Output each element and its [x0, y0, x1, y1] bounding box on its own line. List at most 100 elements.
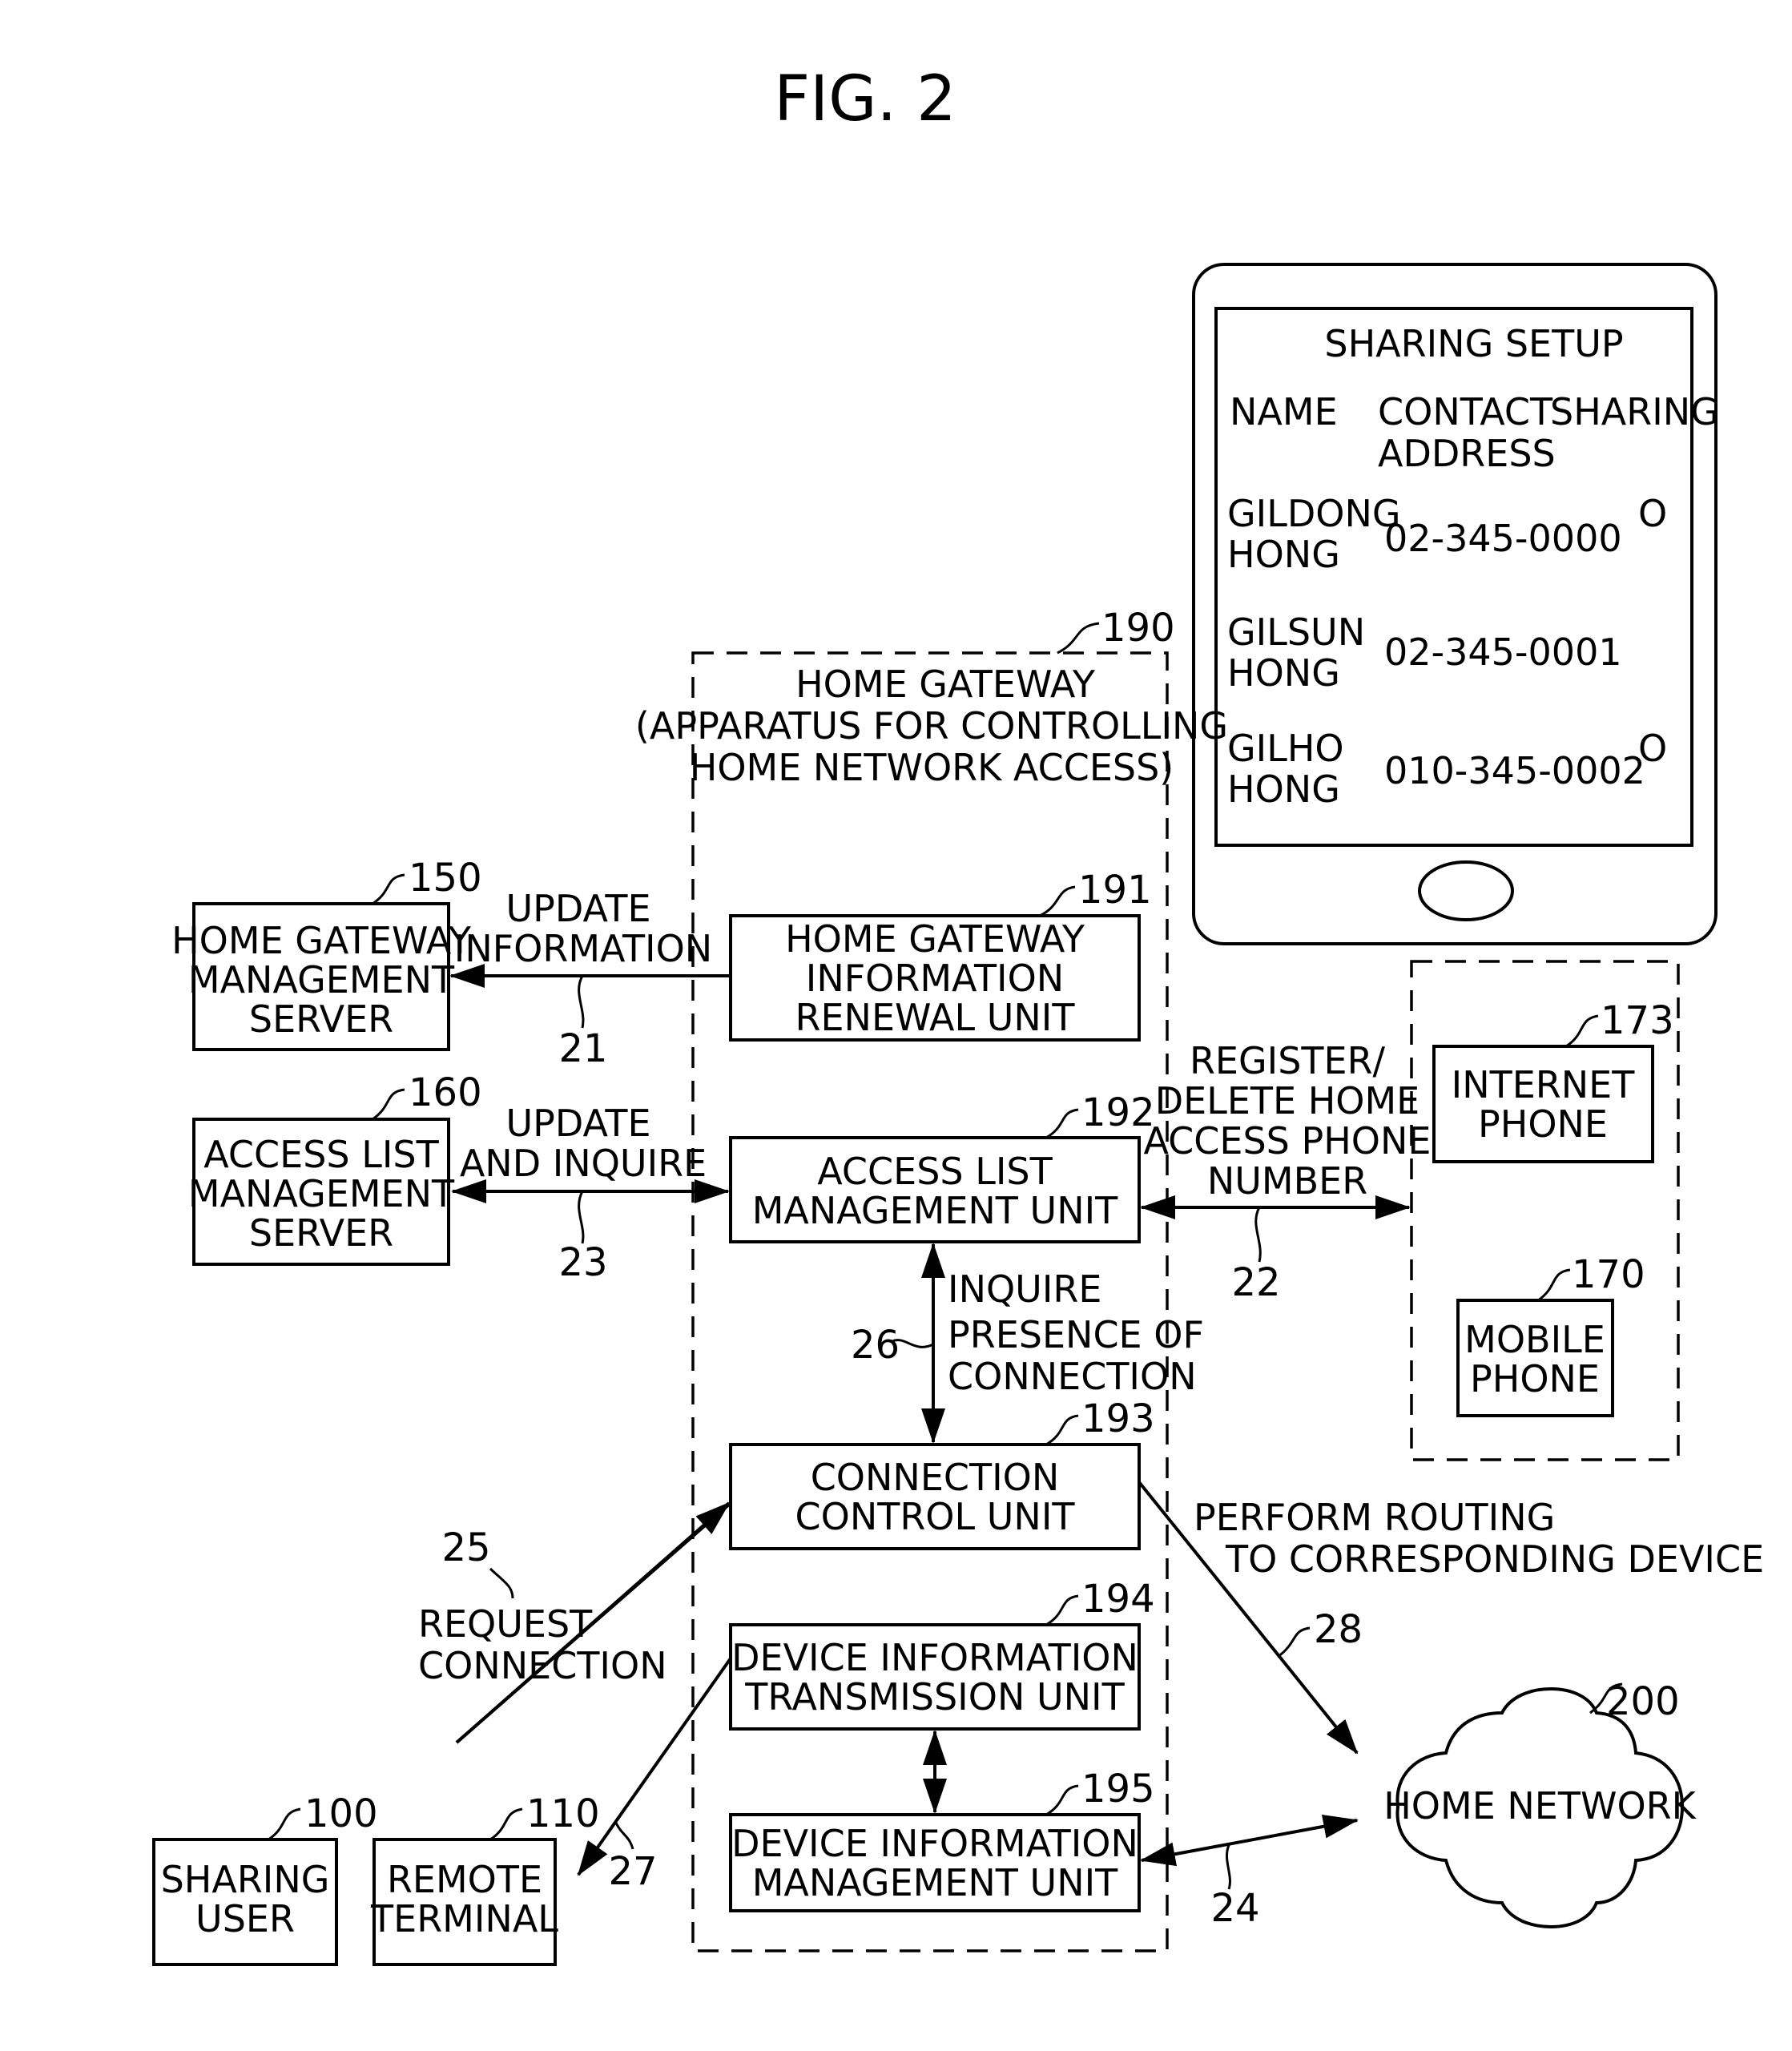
- device-label: INTERNET: [1452, 1063, 1636, 1106]
- ref-191: 191: [1078, 868, 1152, 913]
- ref-leader-190: [1057, 622, 1100, 655]
- flow-26-label: CONNECTION: [948, 1355, 1197, 1398]
- ref-26: 26: [851, 1323, 900, 1368]
- ref-leader-191: [1039, 885, 1076, 917]
- ref-173: 173: [1601, 998, 1674, 1043]
- ref-21: 21: [558, 1026, 607, 1071]
- home-network-cloud[interactable]: HOME NETWORK: [1383, 1686, 1697, 1929]
- home-gateway-title: HOME NETWORK ACCESS): [690, 746, 1174, 789]
- unit-label: DEVICE INFORMATION: [731, 1822, 1138, 1865]
- ref-24: 24: [1210, 1886, 1259, 1931]
- unit-193-connection-control[interactable]: CONNECTION CONTROL UNIT: [729, 1443, 1141, 1550]
- row-name: GILSUN: [1227, 610, 1365, 654]
- server-label: MANAGEMENT: [188, 958, 455, 1001]
- flow-26-label: PRESENCE OF: [948, 1313, 1204, 1356]
- device-label: PHONE: [1470, 1357, 1600, 1400]
- flow-21-label: INFORMATION: [454, 927, 712, 970]
- flow-28-label: PERFORM ROUTING: [1194, 1496, 1555, 1539]
- flow-25-label: REQUEST: [418, 1602, 593, 1646]
- unit-195-device-info-management[interactable]: DEVICE INFORMATION MANAGEMENT UNIT: [729, 1813, 1141, 1912]
- ref-110: 110: [526, 1791, 600, 1836]
- terminal-label: REMOTE: [387, 1858, 542, 1901]
- ref-27: 27: [608, 1849, 657, 1894]
- device-label: PHONE: [1478, 1102, 1608, 1146]
- ref-leader-173: [1565, 1014, 1599, 1048]
- arrow-24-device-info-exchange: [1140, 1814, 1359, 1867]
- home-gateway-title: HOME GATEWAY: [795, 663, 1096, 706]
- ref-leader-193: [1045, 1414, 1079, 1446]
- ref-190: 190: [1101, 606, 1175, 651]
- flow-26-label: INQUIRE: [948, 1267, 1101, 1311]
- server-label: SERVER: [249, 1211, 393, 1255]
- flow-22-label: REGISTER/: [1190, 1039, 1386, 1082]
- device-170-mobile-phone[interactable]: MOBILE PHONE: [1456, 1299, 1614, 1417]
- terminal-110-remote-terminal[interactable]: REMOTE TERMINAL: [370, 1838, 558, 1966]
- sharing-setup-title: SHARING SETUP: [1324, 322, 1623, 365]
- ref-leader-22: [1254, 1207, 1262, 1263]
- row-sharing-mark[interactable]: O: [1638, 727, 1667, 770]
- device-label: MOBILE: [1464, 1318, 1605, 1361]
- ref-22: 22: [1231, 1260, 1280, 1305]
- unit-191-home-gateway-info-renewal[interactable]: HOME GATEWAY INFORMATION RENEWAL UNIT: [729, 914, 1141, 1042]
- flow-22-label: DELETE HOME: [1155, 1079, 1420, 1122]
- unit-label: MANAGEMENT UNIT: [752, 1861, 1118, 1904]
- ref-leader-25: [489, 1567, 514, 1599]
- unit-label: HOME GATEWAY: [785, 917, 1085, 961]
- unit-192-access-list-management[interactable]: ACCESS LIST MANAGEMENT UNIT: [729, 1136, 1141, 1243]
- terminal-100-sharing-user[interactable]: SHARING USER: [152, 1838, 338, 1966]
- home-network-label: HOME NETWORK: [1383, 1784, 1697, 1827]
- terminal-label: SHARING: [161, 1858, 330, 1901]
- row-name: HONG: [1227, 651, 1340, 695]
- unit-label: ACCESS LIST: [817, 1150, 1053, 1193]
- unit-label: CONNECTION: [811, 1456, 1060, 1499]
- flow-23-label: UPDATE: [505, 1102, 650, 1145]
- row-contact: 02-345-0000: [1384, 517, 1622, 560]
- unit-label: MANAGEMENT UNIT: [752, 1189, 1118, 1232]
- ref-23: 23: [558, 1240, 607, 1285]
- ref-100: 100: [304, 1791, 378, 1836]
- unit-label: RENEWAL UNIT: [795, 996, 1076, 1039]
- smartphone-sharing-setup: SHARING SETUP NAME CONTACT ADDRESS SHARI…: [1192, 263, 1719, 945]
- figure-title: FIG. 2: [774, 63, 956, 135]
- ref-160: 160: [409, 1070, 482, 1115]
- ref-193: 193: [1081, 1396, 1155, 1441]
- flow-21-label: UPDATE: [505, 887, 650, 930]
- row-name: GILHO: [1227, 727, 1344, 770]
- ref-leader-194: [1045, 1594, 1079, 1626]
- row-sharing-mark[interactable]: O: [1638, 492, 1667, 535]
- server-label: SERVER: [249, 997, 393, 1041]
- header-address: ADDRESS: [1378, 432, 1556, 475]
- ref-leader-27: [614, 1820, 634, 1850]
- server-label: ACCESS LIST: [203, 1133, 439, 1176]
- row-name: HONG: [1227, 768, 1340, 811]
- unit-label: INFORMATION: [806, 957, 1064, 1000]
- ref-leader-150: [372, 873, 405, 905]
- server-160-access-list-management[interactable]: ACCESS LIST MANAGEMENT SERVER: [188, 1118, 455, 1266]
- ref-194: 194: [1081, 1577, 1155, 1622]
- ref-195: 195: [1081, 1767, 1155, 1811]
- ref-leader-192: [1045, 1108, 1079, 1139]
- server-150-home-gateway-management[interactable]: HOME GATEWAY MANAGEMENT SERVER: [171, 902, 472, 1051]
- fig2-diagram: FIG. 2 SHARING SETUP NAME CONTACT ADDRES…: [152, 63, 1764, 1966]
- flow-22-label: ACCESS PHONE: [1144, 1119, 1432, 1163]
- server-label: HOME GATEWAY: [171, 919, 472, 962]
- device-173-internet-phone[interactable]: INTERNET PHONE: [1432, 1045, 1654, 1163]
- terminal-label: USER: [195, 1897, 295, 1940]
- home-gateway-title: (APPARATUS FOR CONTROLLING: [635, 704, 1228, 747]
- header-name: NAME: [1230, 390, 1338, 433]
- flow-28-label: TO CORRESPONDING DEVICE: [1225, 1537, 1764, 1581]
- phone-devices-group: INTERNET PHONE 173 MOBILE PHONE 170: [1410, 960, 1680, 1461]
- terminal-label: TERMINAL: [370, 1897, 558, 1940]
- header-sharing: SHARING: [1550, 390, 1719, 433]
- row-name: GILDONG: [1227, 492, 1401, 535]
- ref-leader-100: [268, 1807, 301, 1841]
- unit-label: DEVICE INFORMATION: [731, 1636, 1138, 1679]
- ref-170: 170: [1572, 1252, 1645, 1297]
- unit-194-device-info-transmission[interactable]: DEVICE INFORMATION TRANSMISSION UNIT: [729, 1623, 1141, 1731]
- ref-leader-170: [1537, 1268, 1571, 1302]
- ref-leader-24: [1226, 1843, 1231, 1890]
- unit-label: CONTROL UNIT: [795, 1495, 1076, 1538]
- phone-home-button[interactable]: [1418, 860, 1514, 921]
- ref-leader-110: [489, 1807, 523, 1841]
- ref-leader-195: [1045, 1784, 1079, 1816]
